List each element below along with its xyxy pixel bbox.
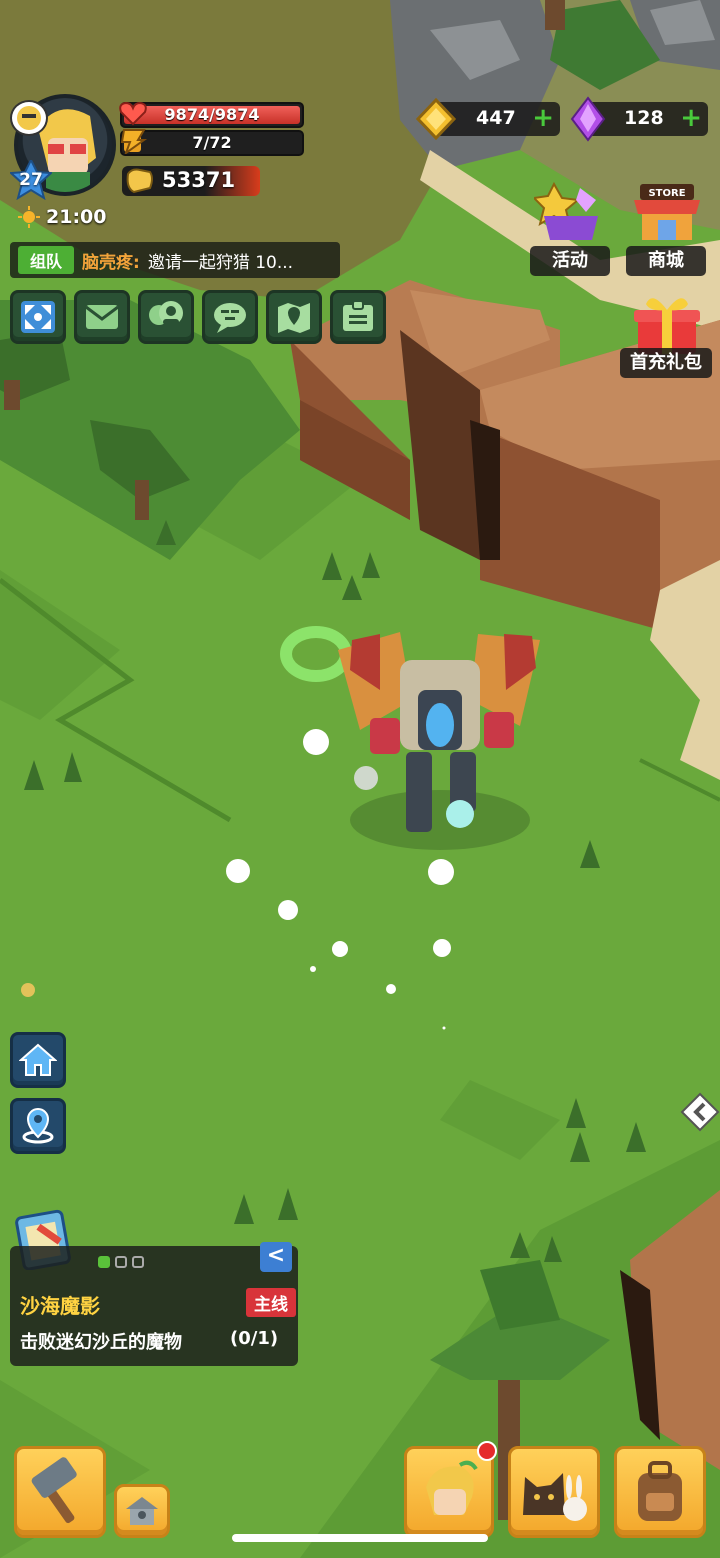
pets-icon — [523, 1473, 587, 1521]
emoji-status-icon[interactable] — [10, 100, 48, 136]
hammer-icon — [31, 1457, 77, 1524]
pets-button[interactable] — [508, 1446, 600, 1538]
fist-icon — [126, 168, 153, 194]
stamina-value: 7/72 — [192, 133, 232, 152]
quest-description: 击败迷幻沙丘的魔物 — [20, 1332, 182, 1353]
quest-type-tag: 主线 — [246, 1288, 296, 1317]
team-tag: 组队 — [18, 246, 75, 274]
player-level: 27 — [19, 170, 43, 190]
store-button[interactable]: STORE 商城 — [626, 184, 706, 276]
chat-icon — [214, 303, 246, 333]
game-clock: 21:00 — [18, 204, 106, 230]
hero-button[interactable] — [404, 1441, 497, 1538]
sun-icon — [18, 206, 40, 228]
add-gold-button[interactable]: + — [532, 105, 554, 131]
quest-page-dot — [115, 1256, 127, 1268]
shop-stall-icon: STORE — [634, 184, 700, 240]
team-chat-strip[interactable]: 组队 脑壳疼: 邀请一起狩猎 10... — [10, 242, 340, 278]
purple-gem-icon — [570, 96, 606, 142]
id-card-icon — [343, 300, 373, 331]
first-recharge-label: 首充礼包 — [620, 348, 712, 378]
clock-time: 21:00 — [46, 206, 107, 228]
activity-button[interactable]: 活动 — [530, 181, 610, 276]
mail-button[interactable] — [74, 290, 130, 344]
hero-head-icon — [426, 1460, 478, 1515]
gold-counter: 447 + — [416, 98, 560, 140]
quest-panel[interactable]: < 沙海魔影 主线 击败迷幻沙丘的魔物 (0/1) — [10, 1242, 298, 1366]
activity-label: 活动 — [530, 246, 610, 276]
map-icon — [278, 303, 310, 333]
energy-icon — [120, 129, 148, 154]
quest-progress: (0/1) — [230, 1328, 279, 1349]
backpack-button[interactable] — [614, 1446, 706, 1538]
home-indicator — [232, 1534, 488, 1542]
expand-icon — [21, 301, 55, 333]
add-gems-button[interactable]: + — [680, 105, 702, 131]
side-panel-toggle[interactable] — [680, 1092, 720, 1132]
combat-power-value: 53371 — [162, 168, 236, 192]
backpack-icon — [638, 1461, 682, 1521]
first-recharge-gift-button[interactable]: 首充礼包 — [620, 294, 712, 378]
location-pin-icon — [22, 1107, 54, 1144]
gold-diamond-icon — [416, 98, 456, 140]
locate-button[interactable] — [10, 1098, 66, 1154]
gold-value: 447 — [476, 107, 516, 129]
gem-value: 128 — [624, 107, 664, 129]
combat-power-box: 53371 — [122, 166, 260, 196]
notification-dot — [477, 1441, 497, 1461]
mail-icon — [85, 305, 119, 329]
chat-message: 邀请一起狩猎 10... — [147, 252, 294, 273]
quest-page-dot-active — [98, 1256, 110, 1268]
gem-counter: 128 + — [570, 96, 708, 142]
craft-hammer-button[interactable] — [14, 1446, 106, 1538]
home-button[interactable] — [10, 1032, 66, 1088]
house-build-icon — [126, 1497, 158, 1525]
treasure-chest-icon — [534, 181, 598, 240]
level-badge: 27 — [8, 157, 54, 201]
quest-title: 沙海魔影 — [20, 1294, 100, 1318]
profile-card-button[interactable] — [330, 290, 386, 344]
store-label: 商城 — [626, 246, 706, 276]
map-button[interactable] — [266, 290, 322, 344]
store-sign: STORE — [648, 188, 685, 199]
gift-box-icon — [634, 298, 700, 354]
quest-collapse-button[interactable]: < — [260, 1242, 292, 1272]
chat-button[interactable] — [202, 290, 258, 344]
diamond-arrow-icon — [680, 1092, 720, 1132]
chat-sender: 脑壳疼: — [82, 252, 140, 273]
quest-page-dot — [132, 1256, 144, 1268]
home-icon — [19, 1043, 57, 1076]
friends-button[interactable] — [138, 290, 194, 344]
hp-value: 9874/9874 — [164, 105, 260, 124]
friends-icon — [149, 301, 183, 325]
heart-icon — [119, 101, 147, 126]
expand-view-button[interactable] — [10, 290, 66, 344]
build-button[interactable] — [114, 1484, 170, 1538]
